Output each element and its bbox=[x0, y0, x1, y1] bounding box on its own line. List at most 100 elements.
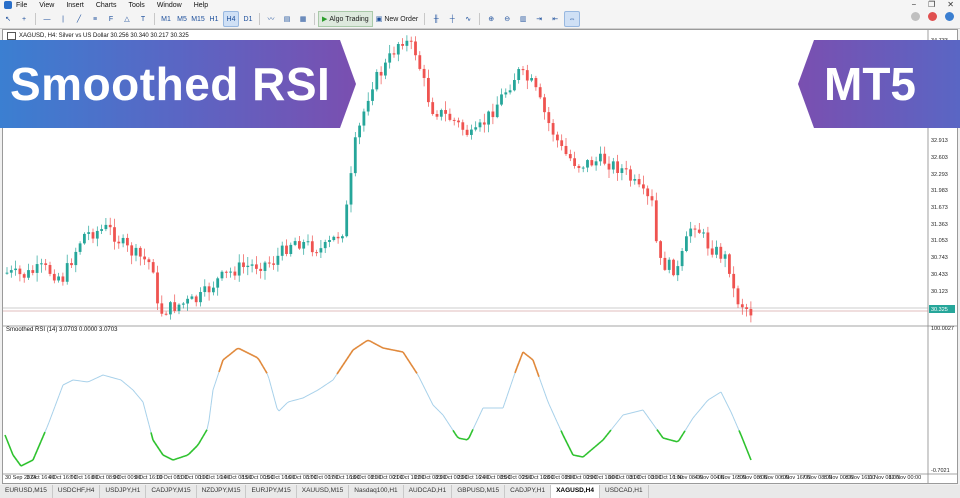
zoom-out-icon[interactable]: ⊖ bbox=[500, 12, 514, 26]
rsi-segment-neutral bbox=[624, 413, 628, 415]
candle-body bbox=[237, 262, 241, 276]
fibo-icon[interactable]: F bbox=[104, 12, 118, 26]
candle-body bbox=[186, 298, 189, 304]
timeframe-h1[interactable]: H1 bbox=[207, 12, 221, 26]
rsi-segment-overbought bbox=[234, 348, 238, 352]
rsi-segment-neutral bbox=[614, 422, 618, 426]
rsi-segment-overbought bbox=[362, 341, 366, 344]
line-chart-icon[interactable]: ∿ bbox=[461, 12, 475, 26]
symbol-tab[interactable]: EURJPY,M15 bbox=[246, 485, 297, 498]
candle-body bbox=[388, 53, 392, 63]
crosshair-icon[interactable]: + bbox=[17, 12, 31, 26]
candle-body bbox=[57, 276, 60, 281]
candle-body bbox=[513, 80, 516, 91]
symbol-tab[interactable]: GBPUSD,M15 bbox=[452, 485, 506, 498]
candle-body bbox=[495, 104, 499, 118]
timeframe-m5[interactable]: M5 bbox=[175, 12, 189, 26]
rsi-segment-oversold bbox=[18, 462, 22, 467]
vertical-line-icon[interactable]: | bbox=[56, 12, 70, 26]
candle-body bbox=[693, 228, 697, 230]
indicators-icon[interactable]: 〰 bbox=[264, 12, 278, 26]
horizontal-line-icon[interactable]: ― bbox=[40, 12, 54, 26]
candle-body bbox=[586, 160, 589, 168]
symbol-tab[interactable]: CADJPY,H1 bbox=[505, 485, 552, 498]
symbol-tab[interactable]: USDCAD,H1 bbox=[600, 485, 649, 498]
account-icon[interactable] bbox=[911, 12, 920, 21]
rsi-segment-overbought bbox=[404, 354, 408, 359]
candle-body bbox=[573, 158, 576, 166]
symbol-tab[interactable]: AUDCAD,H1 bbox=[404, 485, 453, 498]
menu-window[interactable]: Window bbox=[157, 2, 182, 9]
rsi-segment-oversold bbox=[168, 457, 172, 460]
rsi-segment-oversold bbox=[192, 447, 196, 451]
text-icon[interactable]: T bbox=[136, 12, 150, 26]
symbol-tab[interactable]: Nasdaq100,H1 bbox=[349, 485, 404, 498]
rsi-segment-neutral bbox=[650, 420, 654, 425]
restore-icon[interactable]: ❐ bbox=[928, 0, 935, 9]
algo-trading-button[interactable]: ▶ Algo Trading bbox=[318, 11, 373, 27]
menu-file[interactable]: File bbox=[16, 2, 27, 9]
candle-body bbox=[224, 271, 228, 273]
candle-body bbox=[568, 154, 572, 159]
candle-chart-icon[interactable]: ┼ bbox=[445, 12, 459, 26]
timeframe-m1[interactable]: M1 bbox=[159, 12, 173, 26]
symbol-tab[interactable]: XAGUSD,H4 bbox=[551, 485, 600, 498]
close-icon[interactable]: ✕ bbox=[947, 0, 954, 9]
rsi-segment-oversold bbox=[738, 430, 742, 436]
rsi-segment-overbought bbox=[514, 367, 518, 374]
tile-windows-icon[interactable]: ▥ bbox=[516, 12, 530, 26]
timeframe-h4[interactable]: H4 bbox=[223, 11, 239, 27]
rsi-segment-neutral bbox=[428, 396, 432, 402]
rsi-segment-oversold bbox=[172, 458, 176, 461]
bar-chart-icon[interactable]: ╫ bbox=[429, 12, 443, 26]
notification-icon[interactable] bbox=[928, 12, 937, 21]
candle-body bbox=[315, 252, 318, 254]
timeframe-m15[interactable]: M15 bbox=[191, 12, 205, 26]
symbol-tab[interactable]: USDCHF,H4 bbox=[53, 485, 101, 498]
rsi-segment-neutral bbox=[266, 373, 270, 379]
objects-icon[interactable]: ▦ bbox=[296, 12, 310, 26]
menu-help[interactable]: Help bbox=[194, 2, 208, 9]
scroll-end-icon[interactable]: ⇥ bbox=[532, 12, 546, 26]
shapes-icon[interactable]: △ bbox=[120, 12, 134, 26]
symbol-tab[interactable]: NZDJPY,M15 bbox=[197, 485, 247, 498]
toolbar: ↖ + ― | ╱ ≡ F △ T M1 M5 M15 H1 H4 D1 〰 ▤… bbox=[0, 10, 960, 29]
rsi-segment-oversold bbox=[746, 449, 750, 456]
rsi-segment-neutral bbox=[148, 424, 152, 433]
chart-shift-icon[interactable]: ⇤ bbox=[548, 12, 562, 26]
candle-body bbox=[366, 100, 370, 112]
rsi-segment-neutral bbox=[286, 401, 290, 404]
rsi-segment-oversold bbox=[660, 434, 664, 439]
candle-body bbox=[444, 110, 447, 114]
trendline-icon[interactable]: ╱ bbox=[72, 12, 86, 26]
zoom-in-icon[interactable]: ⊕ bbox=[484, 12, 498, 26]
rsi-segment-oversold bbox=[24, 462, 28, 465]
rsi-segment-neutral bbox=[706, 399, 710, 402]
menu-charts[interactable]: Charts bbox=[96, 2, 117, 9]
candle-body bbox=[263, 262, 267, 271]
symbol-tab[interactable]: USDJPY,H1 bbox=[100, 485, 147, 498]
rsi-segment-neutral bbox=[730, 411, 734, 417]
menu-view[interactable]: View bbox=[39, 2, 54, 9]
rsi-segment-overbought bbox=[354, 346, 358, 350]
menu-tools[interactable]: Tools bbox=[128, 2, 144, 9]
rsi-segment-neutral bbox=[728, 407, 732, 413]
minimize-icon[interactable]: − bbox=[911, 0, 916, 9]
autoscroll-icon[interactable]: ⇔ bbox=[564, 11, 581, 27]
new-order-button[interactable]: ▣ New Order bbox=[373, 12, 421, 26]
menu-insert[interactable]: Insert bbox=[66, 2, 84, 9]
templates-icon[interactable]: ▤ bbox=[280, 12, 294, 26]
rsi-segment-oversold bbox=[598, 441, 602, 445]
rsi-segment-neutral bbox=[418, 376, 422, 382]
symbol-tab[interactable]: CADJPY,M15 bbox=[146, 485, 197, 498]
channel-icon[interactable]: ≡ bbox=[88, 12, 102, 26]
symbol-tab[interactable]: EURUSD,M15 bbox=[0, 485, 53, 498]
candle-body bbox=[659, 241, 662, 258]
candle-body bbox=[199, 292, 202, 303]
cursor-icon[interactable]: ↖ bbox=[1, 12, 15, 26]
rsi-segment-neutral bbox=[290, 400, 294, 402]
signals-icon[interactable] bbox=[945, 12, 954, 21]
symbol-tab[interactable]: XAUUSD,M15 bbox=[297, 485, 350, 498]
candle-body bbox=[121, 237, 125, 244]
timeframe-d1[interactable]: D1 bbox=[241, 12, 255, 26]
